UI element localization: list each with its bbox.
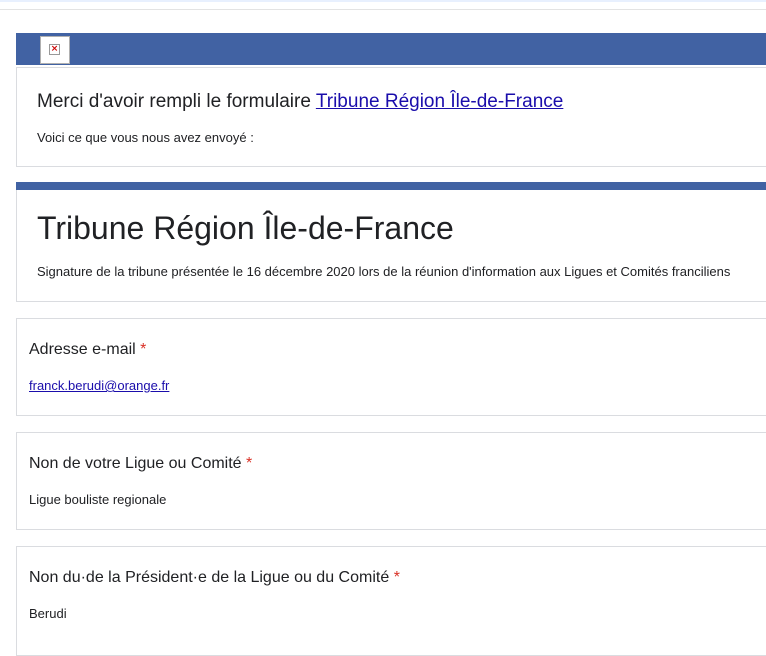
form-title: Tribune Région Île-de-France bbox=[37, 210, 454, 246]
form-header-card: Tribune Région Île-de-France Signature d… bbox=[16, 190, 766, 302]
broken-image-icon: × bbox=[40, 36, 70, 64]
confirmation-subtext: Voici ce que vous nous avez envoyé : bbox=[37, 130, 254, 145]
email-answer-link[interactable]: franck.berudi@orange.fr bbox=[29, 378, 169, 393]
required-mark: * bbox=[140, 341, 147, 358]
question-label: Non du·de la Président·e de la Ligue ou … bbox=[29, 569, 400, 587]
question-label-text: Non de votre Ligue ou Comité bbox=[29, 455, 242, 472]
question-card-president: Non du·de la Président·e de la Ligue ou … bbox=[16, 546, 766, 656]
required-mark: * bbox=[393, 569, 400, 586]
question-label-text: Adresse e-mail bbox=[29, 341, 136, 358]
form-description: Signature de la tribune présentée le 16 … bbox=[37, 264, 731, 279]
league-answer: Ligue bouliste regionale bbox=[29, 492, 167, 507]
header-banner: × bbox=[16, 33, 766, 65]
question-card-league: Non de votre Ligue ou Comité * Ligue bou… bbox=[16, 432, 766, 530]
required-mark: * bbox=[246, 455, 253, 472]
question-card-email: Adresse e-mail * franck.berudi@orange.fr bbox=[16, 318, 766, 416]
question-label: Non de votre Ligue ou Comité * bbox=[29, 455, 252, 473]
question-label: Adresse e-mail * bbox=[29, 341, 146, 359]
image-error-icon: × bbox=[49, 44, 60, 55]
top-divider bbox=[0, 9, 766, 10]
confirmation-headline: Merci d'avoir rempli le formulaire Tribu… bbox=[37, 91, 563, 113]
top-border bbox=[0, 0, 766, 2]
confirmation-card: Merci d'avoir rempli le formulaire Tribu… bbox=[16, 67, 766, 167]
president-answer: Berudi bbox=[29, 606, 67, 621]
confirmation-prefix: Merci d'avoir rempli le formulaire bbox=[37, 91, 316, 112]
form-link[interactable]: Tribune Région Île-de-France bbox=[316, 91, 563, 112]
form-accent-bar bbox=[16, 182, 766, 190]
question-label-text: Non du·de la Président·e de la Ligue ou … bbox=[29, 569, 390, 586]
